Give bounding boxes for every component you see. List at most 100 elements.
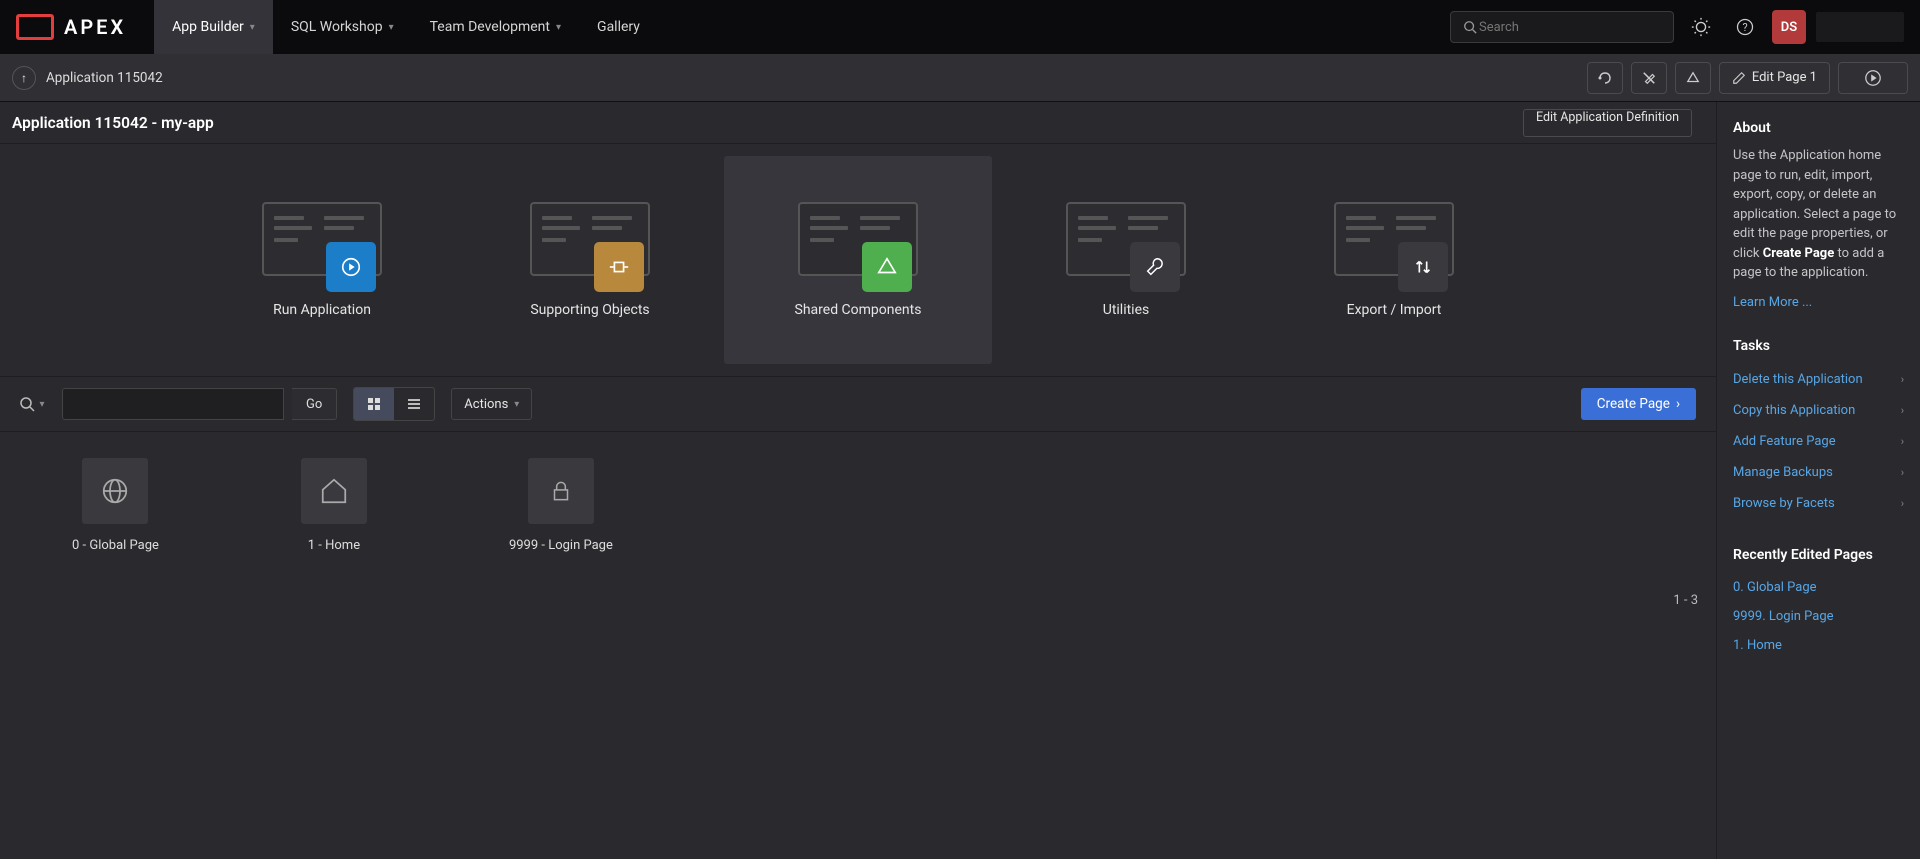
- global-search[interactable]: [1450, 11, 1674, 43]
- page-lock-button[interactable]: [1631, 62, 1667, 94]
- chevron-right-icon: ›: [1901, 466, 1904, 479]
- updown-icon: [1398, 242, 1448, 292]
- recent-page-1[interactable]: 1. Home: [1717, 631, 1920, 660]
- go-button[interactable]: Go: [292, 388, 337, 420]
- chevron-down-icon: ▾: [39, 399, 44, 410]
- page-thumb: [301, 458, 367, 524]
- task-delete-app[interactable]: Delete this Application ›: [1717, 364, 1920, 395]
- card-supporting-objects[interactable]: Supporting Objects: [456, 156, 724, 364]
- row-count: 1 - 3: [1673, 593, 1716, 608]
- nav-team-dev[interactable]: Team Development ▾: [412, 0, 579, 54]
- page-tile-global[interactable]: 0 - Global Page: [72, 458, 159, 553]
- page-thumb: [528, 458, 594, 524]
- card-label: Supporting Objects: [530, 302, 649, 318]
- pages-grid: 0 - Global Page 1 - Home 9999 - Login Pa…: [0, 432, 1716, 579]
- nav-app-builder[interactable]: App Builder ▾: [154, 0, 273, 54]
- create-page-label: Create Page: [1597, 396, 1670, 412]
- filter-input[interactable]: [62, 388, 284, 420]
- search-input[interactable]: [1479, 20, 1663, 35]
- main-area: Application 115042 - my-app Edit Applica…: [0, 102, 1920, 859]
- chevron-down-icon: ▾: [250, 22, 255, 33]
- action-cards-row: Run Application Supporting Objects Share…: [0, 144, 1716, 364]
- grid-icon: [366, 396, 382, 412]
- edit-page-button[interactable]: Edit Page 1: [1719, 62, 1830, 94]
- recent-heading: Recently Edited Pages: [1717, 547, 1920, 573]
- card-utilities[interactable]: Utilities: [992, 156, 1260, 364]
- page-tile-home[interactable]: 1 - Home: [301, 458, 367, 553]
- help-button[interactable]: ?: [1728, 10, 1762, 44]
- share-icon: [862, 242, 912, 292]
- card-illustration: [262, 202, 382, 276]
- recent-page-9999[interactable]: 9999. Login Page: [1717, 602, 1920, 631]
- page-tile-label: 1 - Home: [308, 538, 360, 553]
- page-tile-login[interactable]: 9999 - Login Page: [509, 458, 613, 553]
- user-avatar[interactable]: DS: [1772, 10, 1806, 44]
- edit-app-definition-button[interactable]: Edit Application Definition: [1523, 109, 1692, 137]
- title-bar: Application 115042 - my-app Edit Applica…: [0, 102, 1716, 144]
- breadcrumb: Application 115042: [46, 70, 163, 86]
- task-add-feature[interactable]: Add Feature Page›: [1717, 426, 1920, 457]
- top-nav: APEX App Builder ▾ SQL Workshop ▾ Team D…: [0, 0, 1920, 54]
- task-label: Browse by Facets: [1733, 496, 1835, 511]
- learn-more-link[interactable]: Learn More ...: [1717, 295, 1920, 310]
- brand-text: APEX: [64, 15, 126, 39]
- svg-text:?: ?: [1742, 21, 1747, 34]
- page-title: Application 115042 - my-app: [12, 114, 214, 132]
- lock-icon: [548, 478, 574, 504]
- spotlight-button[interactable]: [1684, 10, 1718, 44]
- up-button[interactable]: ↑: [12, 66, 36, 90]
- search-column-dropdown[interactable]: ▾: [10, 396, 54, 412]
- tasks-heading: Tasks: [1717, 338, 1920, 364]
- play-icon: [1864, 69, 1882, 87]
- task-label: Add Feature Page: [1733, 434, 1836, 449]
- arrow-up-icon: ↑: [21, 71, 27, 85]
- play-icon: [326, 242, 376, 292]
- home-icon: [319, 476, 349, 506]
- nav-gallery[interactable]: Gallery: [579, 0, 658, 54]
- card-illustration: [1066, 202, 1186, 276]
- go-label: Go: [306, 397, 322, 412]
- view-grid-button[interactable]: [354, 388, 394, 420]
- edit-def-label: Edit Application Definition: [1536, 110, 1679, 125]
- actions-menu-button[interactable]: Actions ▾: [451, 388, 532, 420]
- card-illustration: [798, 202, 918, 276]
- chevron-right-icon: ›: [1901, 373, 1904, 386]
- card-label: Export / Import: [1347, 302, 1442, 318]
- about-heading: About: [1717, 120, 1920, 146]
- card-label: Run Application: [273, 302, 371, 318]
- page-designer-button[interactable]: [1587, 62, 1623, 94]
- card-shared-components[interactable]: Shared Components: [724, 156, 992, 364]
- task-label: Manage Backups: [1733, 465, 1833, 480]
- topnav-right: ? DS: [1450, 10, 1904, 44]
- about-text-1: Use the Application home page to run, ed…: [1733, 148, 1896, 261]
- card-export-import[interactable]: Export / Import: [1260, 156, 1528, 364]
- list-icon: [406, 396, 422, 412]
- page-tile-label: 9999 - Login Page: [509, 538, 613, 553]
- nav-sql-workshop[interactable]: SQL Workshop ▾: [273, 0, 412, 54]
- recent-page-0[interactable]: 0. Global Page: [1717, 573, 1920, 602]
- globe-icon: [100, 476, 130, 506]
- user-initials: DS: [1781, 20, 1797, 35]
- view-toggle: [353, 387, 435, 421]
- task-manage-backups[interactable]: Manage Backups ›: [1717, 457, 1920, 488]
- logo[interactable]: APEX: [16, 14, 126, 40]
- page-tile-label: 0 - Global Page: [72, 538, 159, 553]
- about-strong: Create Page: [1763, 246, 1835, 261]
- plugin-icon: [594, 242, 644, 292]
- nav-label: SQL Workshop: [291, 19, 383, 35]
- chevron-right-icon: ›: [1676, 396, 1680, 412]
- nav-label: App Builder: [172, 19, 244, 35]
- nav-label: Team Development: [430, 19, 550, 35]
- task-browse-facets[interactable]: Browse by Facets›: [1717, 488, 1920, 519]
- task-label: Delete this Application: [1733, 372, 1863, 387]
- task-copy-app[interactable]: Copy this Application›: [1717, 395, 1920, 426]
- nav-label: Gallery: [597, 19, 640, 35]
- page-thumb: [82, 458, 148, 524]
- view-list-button[interactable]: [394, 388, 434, 420]
- task-label: Copy this Application: [1733, 403, 1855, 418]
- nav-items: App Builder ▾ SQL Workshop ▾ Team Develo…: [154, 0, 658, 54]
- card-run-application[interactable]: Run Application: [188, 156, 456, 364]
- run-page-button[interactable]: [1838, 62, 1908, 94]
- create-page-button[interactable]: Create Page ›: [1581, 388, 1696, 420]
- shared-components-button[interactable]: [1675, 62, 1711, 94]
